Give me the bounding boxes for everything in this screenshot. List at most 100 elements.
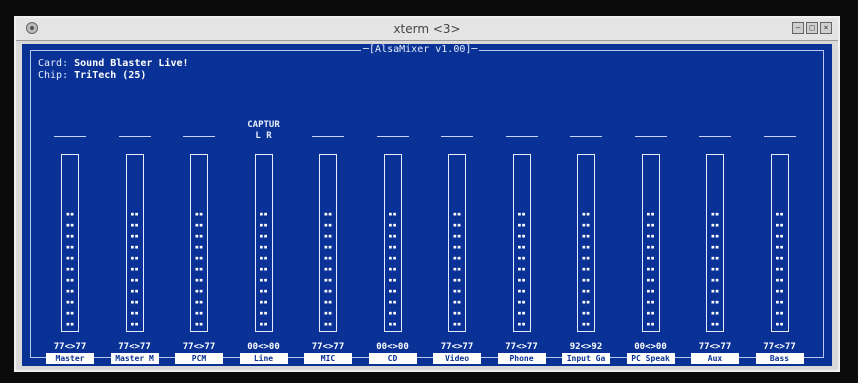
- volume-slider[interactable]: ▪▪ ▪▪ ▪▪ ▪▪ ▪▪ ▪▪ ▪▪ ▪▪ ▪▪ ▪▪ ▪▪: [61, 154, 79, 332]
- level-segment: ▪▪: [130, 243, 139, 251]
- volume-slider[interactable]: ▪▪ ▪▪ ▪▪ ▪▪ ▪▪ ▪▪ ▪▪ ▪▪ ▪▪ ▪▪ ▪▪: [577, 154, 595, 332]
- level-segment: ▪▪: [775, 265, 784, 273]
- level-segment: ▪▪: [194, 265, 204, 273]
- mixer-channel[interactable]: ▪▪ ▪▪ ▪▪ ▪▪ ▪▪ ▪▪ ▪▪ ▪▪ ▪▪ ▪▪ ▪▪ 77<>77 Master: [40, 126, 100, 364]
- level-segment: ▪▪: [646, 232, 655, 240]
- capture-off-dash: [183, 136, 215, 137]
- maximize-icon[interactable]: □: [806, 22, 818, 34]
- level-segment: ▪▪: [710, 221, 720, 229]
- terminal-area[interactable]: ─[AlsaMixer v1.00]─ Card: Sound Blaster …: [22, 44, 832, 366]
- level-segment: ▪▪: [388, 210, 397, 218]
- card-label: Card:: [38, 58, 69, 69]
- level-segment: ▪▪: [452, 287, 462, 295]
- volume-slider[interactable]: ▪▪ ▪▪ ▪▪ ▪▪ ▪▪ ▪▪ ▪▪ ▪▪ ▪▪ ▪▪ ▪▪: [770, 154, 789, 332]
- level-segment: ▪▪: [388, 309, 397, 317]
- channel-volume: 00<>00: [247, 342, 280, 352]
- channel-name[interactable]: Bass: [755, 353, 804, 364]
- channel-volume: 00<>00: [376, 342, 409, 352]
- level-segment: ▪▪: [646, 210, 655, 218]
- level-segment: ▪▪: [259, 210, 268, 218]
- mixer-channel[interactable]: ▪▪ ▪▪ ▪▪ ▪▪ ▪▪ ▪▪ ▪▪ ▪▪ ▪▪ ▪▪ ▪▪ 77<>77 Phone: [492, 126, 552, 364]
- volume-slider[interactable]: ▪▪ ▪▪ ▪▪ ▪▪ ▪▪ ▪▪ ▪▪ ▪▪ ▪▪ ▪▪ ▪▪: [190, 154, 208, 332]
- level-segment: ▪▪: [775, 221, 784, 229]
- level-segment: ▪▪: [323, 287, 333, 295]
- window-title: xterm <3>: [393, 22, 461, 36]
- channel-name[interactable]: PC Speak: [626, 353, 675, 364]
- volume-slider[interactable]: ▪▪ ▪▪ ▪▪ ▪▪ ▪▪ ▪▪ ▪▪ ▪▪ ▪▪ ▪▪ ▪▪: [383, 154, 402, 332]
- volume-slider[interactable]: ▪▪ ▪▪ ▪▪ ▪▪ ▪▪ ▪▪ ▪▪ ▪▪ ▪▪ ▪▪ ▪▪: [448, 154, 466, 332]
- level-segment: ▪▪: [452, 254, 462, 262]
- capture-flag: CAPTUR: [247, 120, 280, 130]
- level-segment: ▪▪: [452, 265, 462, 273]
- channel-name[interactable]: PCM: [175, 353, 223, 364]
- mixer-title-text: AlsaMixer v1.00: [375, 44, 466, 55]
- level-segment: ▪▪: [130, 232, 139, 240]
- mixer-channel[interactable]: ▪▪ ▪▪ ▪▪ ▪▪ ▪▪ ▪▪ ▪▪ ▪▪ ▪▪ ▪▪ ▪▪ 00<>00 PC Speak: [621, 126, 681, 364]
- channel-name[interactable]: Master M: [110, 353, 159, 364]
- mixer-channel[interactable]: CAPTUR L R ▪▪ ▪▪ ▪▪ ▪▪ ▪▪ ▪▪ ▪▪ ▪▪ ▪▪ ▪▪ ▪▪ 00<>00 Lin…: [234, 120, 294, 364]
- channel-name[interactable]: CD: [368, 353, 417, 364]
- level-segment: ▪▪: [130, 309, 139, 317]
- level-segment: ▪▪: [259, 221, 268, 229]
- volume-slider[interactable]: ▪▪ ▪▪ ▪▪ ▪▪ ▪▪ ▪▪ ▪▪ ▪▪ ▪▪ ▪▪ ▪▪: [641, 154, 660, 332]
- capture-off-dash: [441, 136, 473, 137]
- volume-slider[interactable]: ▪▪ ▪▪ ▪▪ ▪▪ ▪▪ ▪▪ ▪▪ ▪▪ ▪▪ ▪▪ ▪▪: [254, 154, 273, 332]
- level-segment: ▪▪: [646, 320, 655, 328]
- level-segment: ▪▪: [130, 221, 139, 229]
- level-segment: ▪▪: [323, 320, 333, 328]
- level-segment: ▪▪: [388, 265, 397, 273]
- level-segment: ▪▪: [130, 298, 139, 306]
- level-segment: ▪▪: [710, 254, 720, 262]
- level-segment: ▪▪: [323, 221, 333, 229]
- level-segment: ▪▪: [194, 232, 204, 240]
- volume-slider[interactable]: ▪▪ ▪▪ ▪▪ ▪▪ ▪▪ ▪▪ ▪▪ ▪▪ ▪▪ ▪▪ ▪▪: [125, 154, 144, 332]
- level-segment: ▪▪: [65, 221, 75, 229]
- level-segment: ▪▪: [517, 254, 526, 262]
- mixer-channel[interactable]: ▪▪ ▪▪ ▪▪ ▪▪ ▪▪ ▪▪ ▪▪ ▪▪ ▪▪ ▪▪ ▪▪ 77<>77 PCM: [169, 126, 229, 364]
- level-segment: ▪▪: [323, 254, 333, 262]
- level-segment: ▪▪: [259, 232, 268, 240]
- mixer-channel[interactable]: ▪▪ ▪▪ ▪▪ ▪▪ ▪▪ ▪▪ ▪▪ ▪▪ ▪▪ ▪▪ ▪▪ 77<>77 Master M: [105, 126, 165, 364]
- window-controls: – □ ×: [792, 22, 832, 34]
- channel-name[interactable]: Master: [46, 353, 94, 364]
- channel-name[interactable]: Input Ga: [562, 353, 610, 364]
- level-segment: ▪▪: [517, 276, 526, 284]
- volume-slider[interactable]: ▪▪ ▪▪ ▪▪ ▪▪ ▪▪ ▪▪ ▪▪ ▪▪ ▪▪ ▪▪ ▪▪: [706, 154, 724, 332]
- level-segment: ▪▪: [517, 221, 526, 229]
- volume-slider[interactable]: ▪▪ ▪▪ ▪▪ ▪▪ ▪▪ ▪▪ ▪▪ ▪▪ ▪▪ ▪▪ ▪▪: [319, 154, 337, 332]
- level-segment: ▪▪: [194, 254, 204, 262]
- level-segment: ▪▪: [388, 320, 397, 328]
- capture-off-dash: [699, 136, 731, 137]
- level-segment: ▪▪: [65, 309, 75, 317]
- level-segment: ▪▪: [775, 254, 784, 262]
- level-segment: ▪▪: [259, 265, 268, 273]
- level-segment: ▪▪: [646, 298, 655, 306]
- level-segment: ▪▪: [775, 243, 784, 251]
- mixer-channel[interactable]: ▪▪ ▪▪ ▪▪ ▪▪ ▪▪ ▪▪ ▪▪ ▪▪ ▪▪ ▪▪ ▪▪ 77<>77 Aux: [685, 126, 745, 364]
- chip-value: TriTech (25): [74, 70, 147, 81]
- mixer-channel[interactable]: ▪▪ ▪▪ ▪▪ ▪▪ ▪▪ ▪▪ ▪▪ ▪▪ ▪▪ ▪▪ ▪▪ 00<>00 CD: [363, 126, 423, 364]
- minimize-icon[interactable]: –: [792, 22, 804, 34]
- mixer-channel[interactable]: ▪▪ ▪▪ ▪▪ ▪▪ ▪▪ ▪▪ ▪▪ ▪▪ ▪▪ ▪▪ ▪▪ 92<>92 Input Ga: [556, 126, 616, 364]
- channel-name[interactable]: Aux: [691, 353, 739, 364]
- capture-off-dash: [312, 136, 344, 137]
- level-segment: ▪▪: [581, 265, 591, 273]
- level-segment: ▪▪: [775, 320, 784, 328]
- mixer-channel[interactable]: ▪▪ ▪▪ ▪▪ ▪▪ ▪▪ ▪▪ ▪▪ ▪▪ ▪▪ ▪▪ ▪▪ 77<>77 Bass: [750, 126, 810, 364]
- channel-name[interactable]: MIC: [304, 353, 352, 364]
- level-segment: ▪▪: [194, 276, 204, 284]
- level-segment: ▪▪: [517, 309, 526, 317]
- mixer-channel[interactable]: ▪▪ ▪▪ ▪▪ ▪▪ ▪▪ ▪▪ ▪▪ ▪▪ ▪▪ ▪▪ ▪▪ 77<>77 MIC: [298, 126, 358, 364]
- level-segment: ▪▪: [517, 265, 526, 273]
- channel-name[interactable]: Video: [433, 353, 481, 364]
- channel-name[interactable]: Line: [239, 353, 288, 364]
- level-segment: ▪▪: [581, 221, 591, 229]
- channel-name[interactable]: Phone: [497, 353, 546, 364]
- level-segment: ▪▪: [517, 287, 526, 295]
- mixer-channel[interactable]: ▪▪ ▪▪ ▪▪ ▪▪ ▪▪ ▪▪ ▪▪ ▪▪ ▪▪ ▪▪ ▪▪ 77<>77 Video: [427, 126, 487, 364]
- mixer-title: ─[AlsaMixer v1.00]─: [361, 44, 480, 55]
- close-icon[interactable]: ×: [820, 22, 832, 34]
- window-titlebar[interactable]: xterm <3> – □ ×: [16, 18, 838, 41]
- volume-slider[interactable]: ▪▪ ▪▪ ▪▪ ▪▪ ▪▪ ▪▪ ▪▪ ▪▪ ▪▪ ▪▪ ▪▪: [512, 154, 531, 332]
- level-segment: ▪▪: [710, 276, 720, 284]
